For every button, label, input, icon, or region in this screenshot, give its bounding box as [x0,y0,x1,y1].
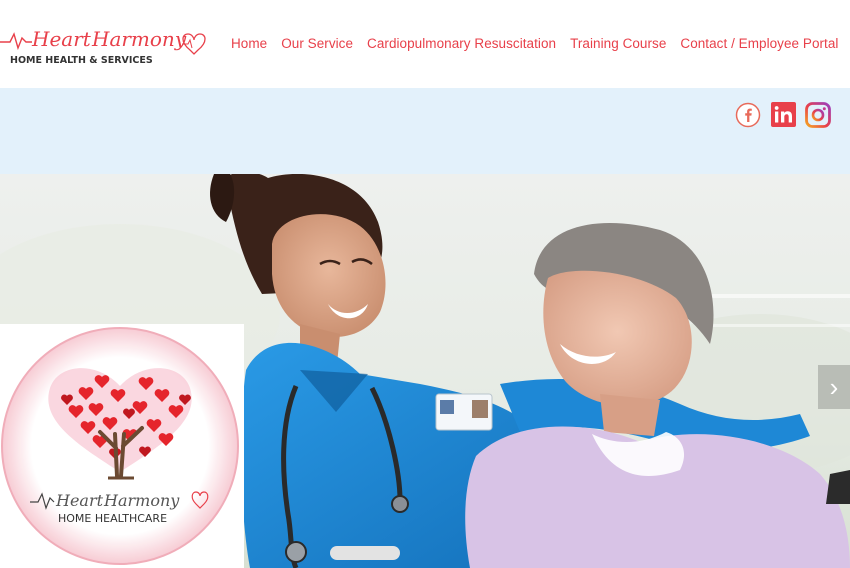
social-band [0,88,850,174]
facebook-icon[interactable] [735,102,761,128]
main-nav: Home Our Service Cardiopulmonary Resusci… [231,36,838,51]
card-logo-word-harmony: Harmony [103,491,180,510]
brand-card: Heart Harmony HOME HEALTHCARE [0,324,244,568]
brand-logo[interactable]: Heart Harmony HOME HEALTH & SERVICES [0,14,220,70]
chevron-right-icon: › [829,371,839,402]
brand-card-graphic: Heart Harmony HOME HEALTHCARE [1,327,239,565]
logo-word-harmony: Harmony [91,27,187,51]
slider-next-button[interactable]: › [818,365,850,409]
nav-contact-employee-portal[interactable]: Contact / Employee Portal [680,36,838,51]
brand-logo-mark: Heart Harmony HOME HEALTH & SERVICES [0,27,206,66]
nav-cpr[interactable]: Cardiopulmonary Resuscitation [367,36,556,51]
linkedin-icon[interactable] [771,102,796,127]
logo-tagline: HOME HEALTH & SERVICES [10,55,153,66]
site-header: Heart Harmony HOME HEALTH & SERVICES Hom… [0,0,850,88]
nav-our-service[interactable]: Our Service [281,36,353,51]
nav-training-course[interactable]: Training Course [570,36,666,51]
card-logo-tagline: HOME HEALTHCARE [58,512,167,525]
nav-home[interactable]: Home [231,36,267,51]
logo-word-heart: Heart [31,27,92,51]
card-logo-word-heart: Heart [55,491,104,510]
instagram-icon[interactable] [805,102,831,128]
